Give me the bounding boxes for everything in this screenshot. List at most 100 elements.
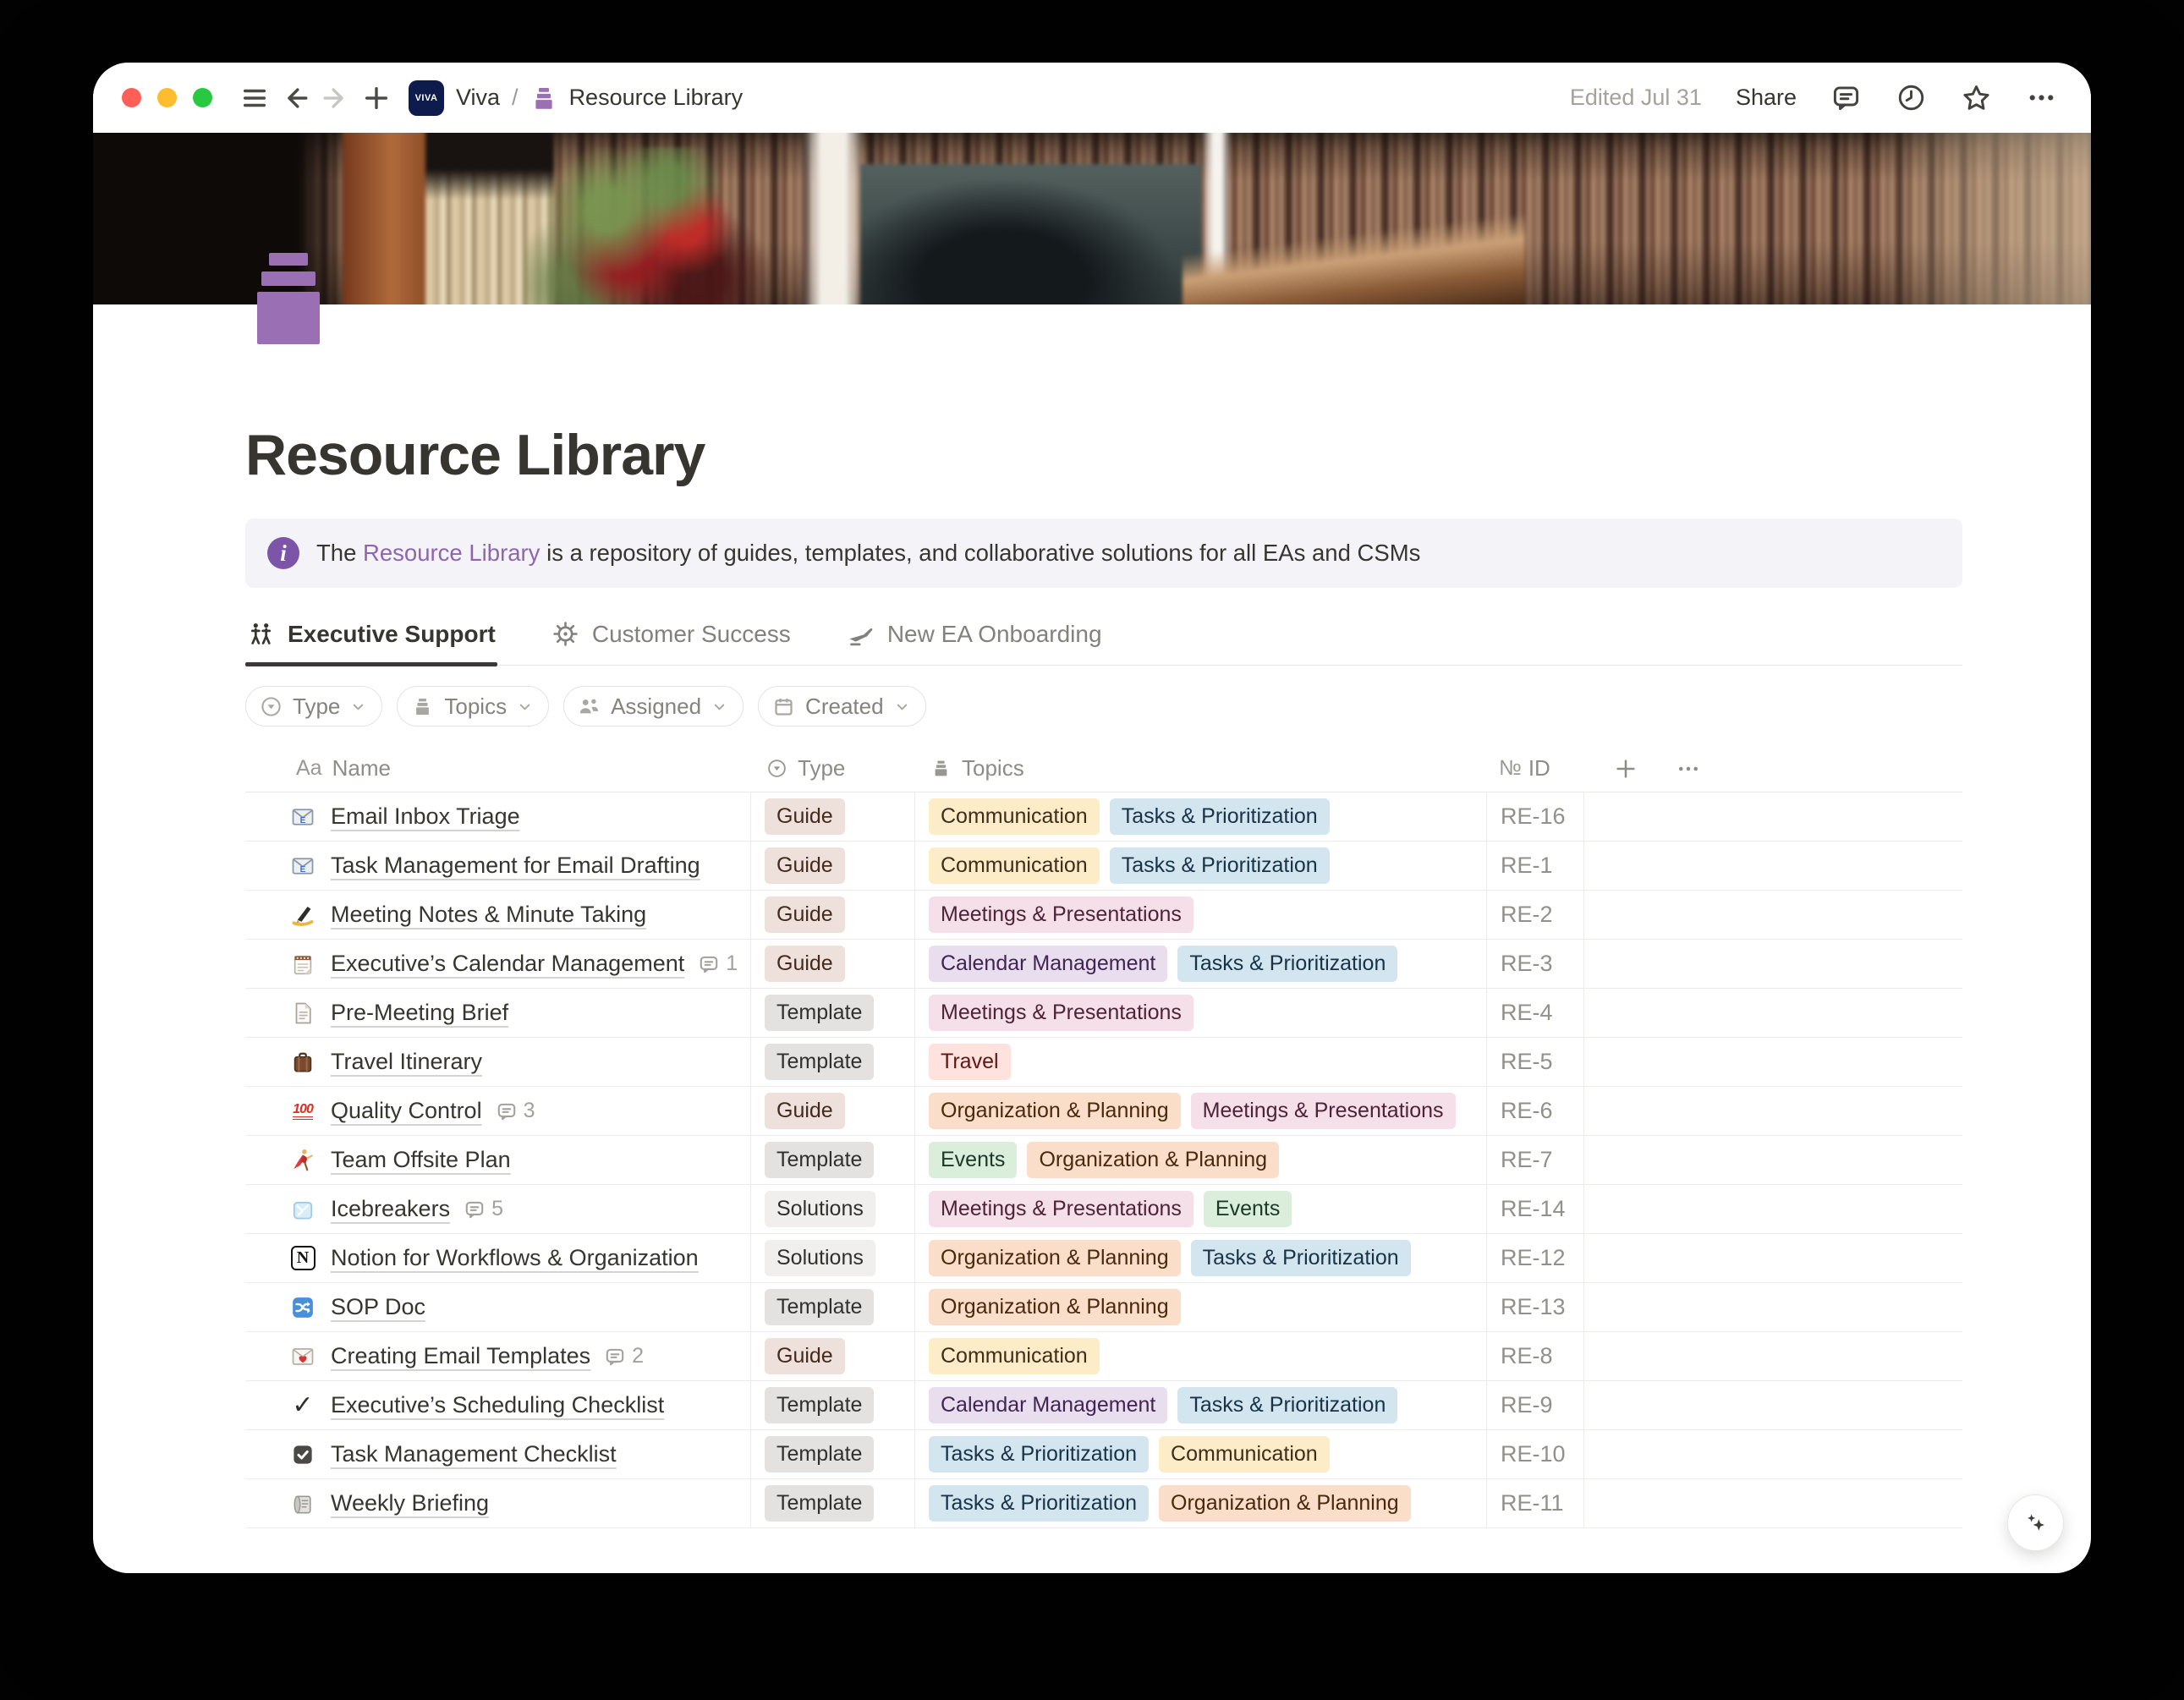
tab-new-ea-onboarding[interactable]: New EA Onboarding bbox=[845, 620, 1104, 665]
minimize-button[interactable] bbox=[157, 88, 177, 107]
column-header-name[interactable]: Aa Name bbox=[245, 755, 751, 781]
row-name-link[interactable]: Pre-Meeting Brief bbox=[331, 1000, 508, 1026]
row-name-link[interactable]: Travel Itinerary bbox=[331, 1049, 482, 1075]
more-ellipsis-icon[interactable] bbox=[2026, 82, 2057, 113]
topics-cell[interactable]: Tasks & PrioritizationCommunication bbox=[915, 1430, 1487, 1478]
ai-assistant-button[interactable] bbox=[2007, 1494, 2064, 1551]
breadcrumb-workspace[interactable]: Viva bbox=[456, 85, 500, 111]
tab-customer-success[interactable]: Customer Success bbox=[550, 620, 793, 665]
row-name-link[interactable]: Meeting Notes & Minute Taking bbox=[331, 902, 646, 928]
close-button[interactable] bbox=[122, 88, 141, 107]
type-cell[interactable]: Solutions bbox=[751, 1185, 915, 1233]
id-cell[interactable]: RE-5 bbox=[1487, 1038, 1584, 1086]
name-cell[interactable]: 100Quality Control3 bbox=[245, 1087, 751, 1135]
topics-cell[interactable]: Meetings & Presentations bbox=[915, 989, 1487, 1037]
name-cell[interactable]: Meeting Notes & Minute Taking bbox=[245, 891, 751, 939]
add-column-button[interactable] bbox=[1613, 756, 1638, 781]
name-cell[interactable]: ✓Executive’s Scheduling Checklist bbox=[245, 1381, 751, 1429]
name-cell[interactable]: Executive’s Calendar Management 1 bbox=[245, 940, 751, 988]
row-name-link[interactable]: Notion for Workflows & Organization bbox=[331, 1245, 699, 1271]
type-cell[interactable]: Guide bbox=[751, 940, 915, 988]
row-name-link[interactable]: Email Inbox Triage bbox=[331, 803, 520, 830]
column-header-id[interactable]: № ID bbox=[1487, 755, 1584, 781]
table-options-icon[interactable] bbox=[1676, 756, 1701, 781]
topics-cell[interactable]: Organization & Planning bbox=[915, 1283, 1487, 1331]
name-cell[interactable]: ETask Management for Email Drafting bbox=[245, 842, 751, 890]
filter-type[interactable]: Type bbox=[245, 686, 382, 727]
page-icon-archive[interactable] bbox=[257, 253, 320, 344]
type-cell[interactable]: Template bbox=[751, 1479, 915, 1527]
topics-cell[interactable]: Communication bbox=[915, 1332, 1487, 1380]
name-cell[interactable]: SOP Doc bbox=[245, 1283, 751, 1331]
name-cell[interactable]: Task Management Checklist bbox=[245, 1430, 751, 1478]
forward-icon[interactable] bbox=[316, 78, 356, 118]
topics-cell[interactable]: Organization & PlanningTasks & Prioritiz… bbox=[915, 1234, 1487, 1282]
id-cell[interactable]: RE-3 bbox=[1487, 940, 1584, 988]
sidebar-toggle-icon[interactable] bbox=[234, 78, 275, 118]
topics-cell[interactable]: CommunicationTasks & Prioritization bbox=[915, 842, 1487, 890]
id-cell[interactable]: RE-8 bbox=[1487, 1332, 1584, 1380]
id-cell[interactable]: RE-4 bbox=[1487, 989, 1584, 1037]
type-cell[interactable]: Template bbox=[751, 1283, 915, 1331]
row-name-link[interactable]: Team Offsite Plan bbox=[331, 1147, 511, 1173]
share-button[interactable]: Share bbox=[1736, 85, 1797, 111]
filter-assigned[interactable]: Assigned bbox=[563, 686, 744, 727]
type-cell[interactable]: Template bbox=[751, 989, 915, 1037]
row-name-link[interactable]: SOP Doc bbox=[331, 1294, 425, 1320]
tab-executive-support[interactable]: Executive Support bbox=[245, 620, 497, 665]
back-icon[interactable] bbox=[275, 78, 316, 118]
type-cell[interactable]: Guide bbox=[751, 1087, 915, 1135]
id-cell[interactable]: RE-7 bbox=[1487, 1136, 1584, 1184]
new-tab-icon[interactable] bbox=[356, 78, 397, 118]
viva-workspace-icon[interactable]: VIVA bbox=[409, 80, 444, 116]
type-cell[interactable]: Template bbox=[751, 1381, 915, 1429]
id-cell[interactable]: RE-12 bbox=[1487, 1234, 1584, 1282]
name-cell[interactable]: Travel Itinerary bbox=[245, 1038, 751, 1086]
row-name-link[interactable]: Quality Control bbox=[331, 1098, 482, 1124]
id-cell[interactable]: RE-16 bbox=[1487, 792, 1584, 841]
id-cell[interactable]: RE-6 bbox=[1487, 1087, 1584, 1135]
name-cell[interactable]: Team Offsite Plan bbox=[245, 1136, 751, 1184]
row-name-link[interactable]: Weekly Briefing bbox=[331, 1490, 489, 1516]
id-cell[interactable]: RE-2 bbox=[1487, 891, 1584, 939]
row-name-link[interactable]: Executive’s Calendar Management bbox=[331, 951, 684, 977]
name-cell[interactable]: Weekly Briefing bbox=[245, 1479, 751, 1527]
row-name-link[interactable]: Creating Email Templates bbox=[331, 1343, 590, 1369]
type-cell[interactable]: Solutions bbox=[751, 1234, 915, 1282]
row-name-link[interactable]: Icebreakers bbox=[331, 1196, 450, 1222]
name-cell[interactable]: Pre-Meeting Brief bbox=[245, 989, 751, 1037]
type-cell[interactable]: Template bbox=[751, 1136, 915, 1184]
comments-icon[interactable] bbox=[1830, 82, 1862, 113]
column-header-topics[interactable]: Topics bbox=[915, 755, 1487, 781]
id-cell[interactable]: RE-11 bbox=[1487, 1479, 1584, 1527]
name-cell[interactable]: EEmail Inbox Triage bbox=[245, 792, 751, 841]
favorite-star-icon[interactable] bbox=[1961, 82, 1992, 113]
filter-topics[interactable]: Topics bbox=[397, 686, 549, 727]
topics-cell[interactable]: Meetings & PresentationsEvents bbox=[915, 1185, 1487, 1233]
name-cell[interactable]: NNotion for Workflows & Organization bbox=[245, 1234, 751, 1282]
id-cell[interactable]: RE-10 bbox=[1487, 1430, 1584, 1478]
topics-cell[interactable]: Travel bbox=[915, 1038, 1487, 1086]
topics-cell[interactable]: EventsOrganization & Planning bbox=[915, 1136, 1487, 1184]
type-cell[interactable]: Guide bbox=[751, 792, 915, 841]
type-cell[interactable]: Template bbox=[751, 1430, 915, 1478]
topics-cell[interactable]: CommunicationTasks & Prioritization bbox=[915, 792, 1487, 841]
type-cell[interactable]: Guide bbox=[751, 891, 915, 939]
history-clock-icon[interactable] bbox=[1896, 82, 1927, 113]
type-cell[interactable]: Guide bbox=[751, 842, 915, 890]
topics-cell[interactable]: Calendar ManagementTasks & Prioritizatio… bbox=[915, 940, 1487, 988]
id-cell[interactable]: RE-14 bbox=[1487, 1185, 1584, 1233]
topics-cell[interactable]: Calendar ManagementTasks & Prioritizatio… bbox=[915, 1381, 1487, 1429]
id-cell[interactable]: RE-13 bbox=[1487, 1283, 1584, 1331]
column-header-type[interactable]: Type bbox=[751, 755, 915, 781]
resource-library-link[interactable]: Resource Library bbox=[363, 540, 540, 566]
type-cell[interactable]: Guide bbox=[751, 1332, 915, 1380]
comment-count[interactable]: 2 bbox=[604, 1344, 644, 1368]
comment-count[interactable]: 1 bbox=[698, 951, 738, 976]
comment-count[interactable]: 3 bbox=[496, 1099, 535, 1123]
zoom-button[interactable] bbox=[193, 88, 212, 107]
id-cell[interactable]: RE-9 bbox=[1487, 1381, 1584, 1429]
name-cell[interactable]: Icebreakers5 bbox=[245, 1185, 751, 1233]
row-name-link[interactable]: Task Management for Email Drafting bbox=[331, 853, 700, 879]
row-name-link[interactable]: Task Management Checklist bbox=[331, 1441, 617, 1467]
